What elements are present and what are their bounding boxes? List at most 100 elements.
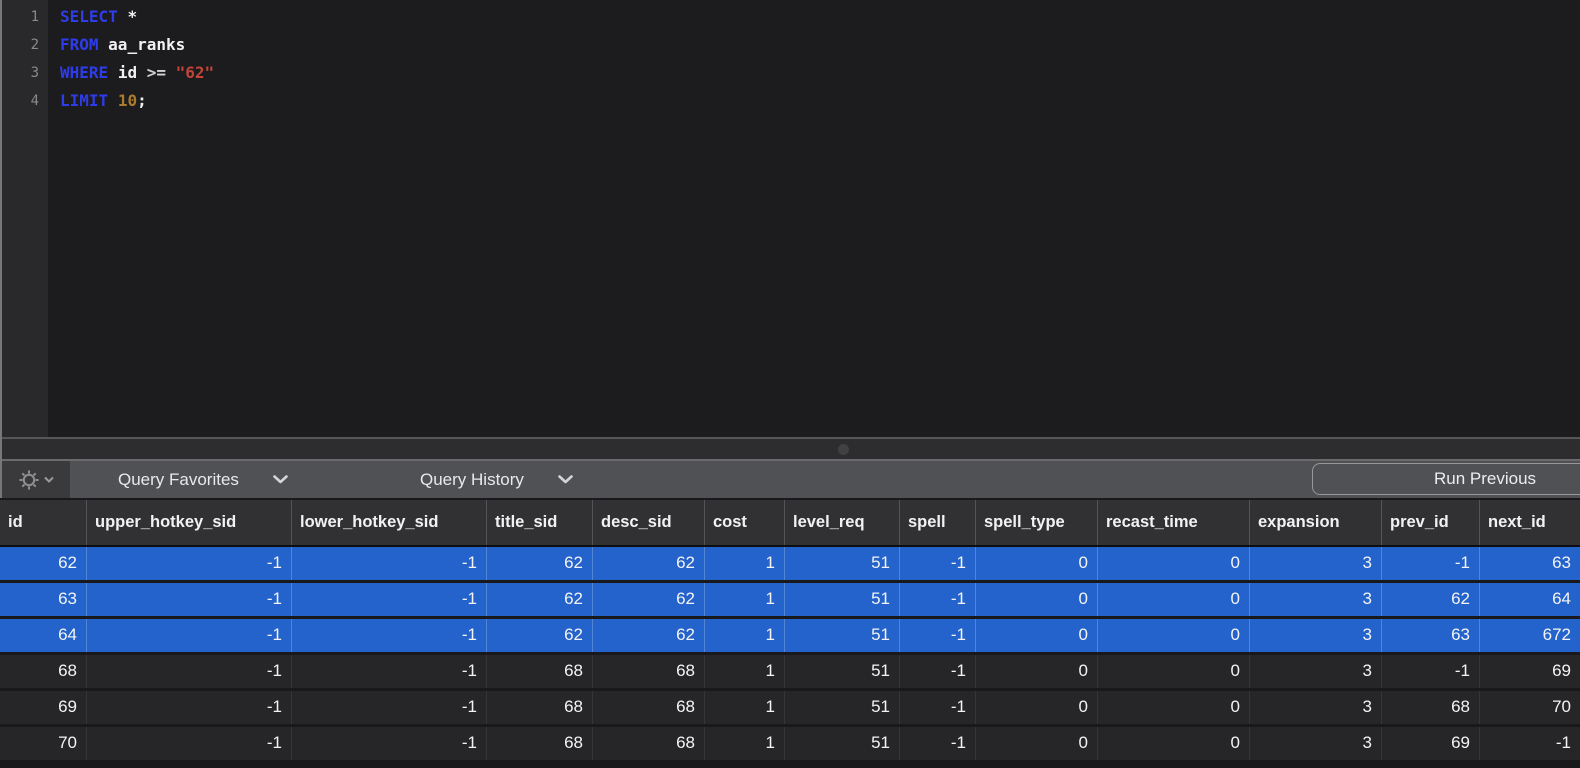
column-header-next_id[interactable]: next_id [1479,500,1580,545]
table-cell[interactable]: 64 [0,619,86,652]
table-cell[interactable]: 51 [784,691,899,724]
table-row[interactable]: 63-1-16262151-10036264 [0,583,1580,616]
table-cell[interactable]: 1 [704,583,784,616]
table-cell[interactable]: 51 [784,655,899,688]
table-cell[interactable]: 0 [1097,619,1249,652]
table-cell[interactable]: 62 [486,619,592,652]
table-cell[interactable]: 63 [1381,619,1479,652]
pane-splitter[interactable] [0,439,1580,459]
table-cell[interactable]: 70 [1479,691,1580,724]
table-cell[interactable]: 68 [592,727,704,760]
table-cell[interactable]: 70 [0,727,86,760]
table-cell[interactable]: 51 [784,583,899,616]
column-header-title_sid[interactable]: title_sid [486,500,592,545]
table-cell[interactable]: 1 [704,691,784,724]
table-cell[interactable]: -1 [899,619,975,652]
column-header-id[interactable]: id [0,500,86,545]
table-cell[interactable]: 68 [0,655,86,688]
table-cell[interactable]: -1 [291,619,486,652]
table-cell[interactable]: 68 [1381,691,1479,724]
table-cell[interactable]: 0 [975,619,1097,652]
sql-code-area[interactable]: SELECT *FROM aa_ranksWHERE id >= "62"LIM… [48,0,1580,437]
table-cell[interactable]: 62 [592,619,704,652]
column-header-upper_hotkey_sid[interactable]: upper_hotkey_sid [86,500,291,545]
table-cell[interactable]: 68 [486,655,592,688]
table-cell[interactable]: 1 [704,547,784,580]
table-cell[interactable]: 69 [1479,655,1580,688]
table-cell[interactable]: 3 [1249,583,1381,616]
table-cell[interactable]: 63 [1479,547,1580,580]
table-cell[interactable]: 68 [592,655,704,688]
table-row[interactable]: 68-1-16868151-1003-169 [0,655,1580,688]
table-row[interactable]: 69-1-16868151-10036870 [0,691,1580,724]
table-cell[interactable]: -1 [1381,547,1479,580]
table-cell[interactable]: 3 [1249,547,1381,580]
table-cell[interactable]: 69 [0,691,86,724]
table-cell[interactable]: -1 [86,583,291,616]
table-cell[interactable]: -1 [291,691,486,724]
table-cell[interactable]: -1 [86,691,291,724]
table-cell[interactable]: 62 [592,583,704,616]
query-history-button[interactable]: Query History [420,461,573,498]
table-cell[interactable]: 0 [1097,655,1249,688]
table-cell[interactable]: 0 [975,727,1097,760]
table-cell[interactable]: 672 [1479,619,1580,652]
table-cell[interactable]: 0 [1097,727,1249,760]
table-cell[interactable]: 51 [784,547,899,580]
column-header-spell_type[interactable]: spell_type [975,500,1097,545]
column-header-desc_sid[interactable]: desc_sid [592,500,704,545]
table-cell[interactable]: 1 [704,727,784,760]
table-cell[interactable]: -1 [899,691,975,724]
table-cell[interactable]: 68 [486,727,592,760]
query-favorites-button[interactable]: Query Favorites [118,461,288,498]
table-cell[interactable]: 3 [1249,655,1381,688]
table-cell[interactable]: 62 [1381,583,1479,616]
table-cell[interactable]: 69 [1381,727,1479,760]
splitter-handle[interactable] [838,444,849,455]
table-cell[interactable]: -1 [899,727,975,760]
table-cell[interactable]: 63 [0,583,86,616]
table-cell[interactable]: 3 [1249,619,1381,652]
table-cell[interactable]: 62 [592,547,704,580]
table-cell[interactable]: 1 [704,655,784,688]
table-cell[interactable]: -1 [86,547,291,580]
table-cell[interactable]: -1 [291,727,486,760]
table-cell[interactable]: -1 [291,547,486,580]
run-previous-button[interactable]: Run Previous [1312,463,1580,495]
table-cell[interactable]: 64 [1479,583,1580,616]
table-cell[interactable]: 0 [975,691,1097,724]
table-cell[interactable]: 62 [0,547,86,580]
table-cell[interactable]: -1 [291,655,486,688]
table-cell[interactable]: 3 [1249,727,1381,760]
column-header-recast_time[interactable]: recast_time [1097,500,1249,545]
table-cell[interactable]: -1 [899,547,975,580]
table-cell[interactable]: 51 [784,619,899,652]
sql-editor-pane[interactable]: 1234 SELECT *FROM aa_ranksWHERE id >= "6… [0,0,1580,437]
table-row[interactable]: 62-1-16262151-1003-163 [0,547,1580,580]
column-header-prev_id[interactable]: prev_id [1381,500,1479,545]
table-cell[interactable]: 0 [1097,583,1249,616]
table-cell[interactable]: 3 [1249,691,1381,724]
table-cell[interactable]: 0 [1097,547,1249,580]
table-row[interactable]: 64-1-16262151-100363672 [0,619,1580,652]
table-cell[interactable]: -1 [86,655,291,688]
gear-menu-button[interactable] [2,461,70,498]
table-cell[interactable]: -1 [899,655,975,688]
column-header-level_req[interactable]: level_req [784,500,899,545]
table-cell[interactable]: -1 [291,583,486,616]
table-cell[interactable]: 0 [975,547,1097,580]
table-cell[interactable]: 62 [486,547,592,580]
table-cell[interactable]: 1 [704,619,784,652]
table-cell[interactable]: 68 [486,691,592,724]
table-cell[interactable]: 51 [784,727,899,760]
table-cell[interactable]: 0 [975,655,1097,688]
table-cell[interactable]: 0 [975,583,1097,616]
column-header-cost[interactable]: cost [704,500,784,545]
column-header-expansion[interactable]: expansion [1249,500,1381,545]
table-cell[interactable]: 0 [1097,691,1249,724]
table-cell[interactable]: -1 [1381,655,1479,688]
table-cell[interactable]: -1 [1479,727,1580,760]
table-cell[interactable]: -1 [899,583,975,616]
table-cell[interactable]: -1 [86,727,291,760]
table-cell[interactable]: 68 [592,691,704,724]
